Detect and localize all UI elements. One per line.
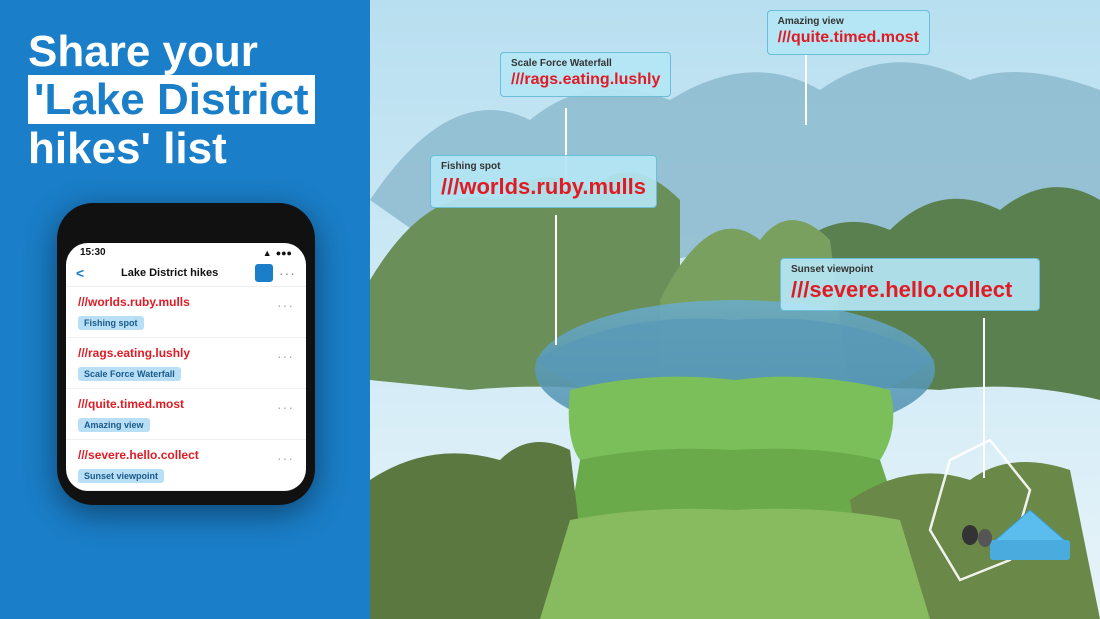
phone-notch bbox=[141, 217, 231, 239]
list-item-content-4: ///severe.hello.collect Sunset viewpoint bbox=[78, 448, 271, 484]
tag-4: Sunset viewpoint bbox=[78, 469, 164, 483]
item-dots-2[interactable]: ··· bbox=[277, 348, 294, 364]
phone-screen: 15:30 ▲ ●●● < Lake District hikes ··· bbox=[66, 243, 306, 491]
list-item-content-3: ///quite.timed.most Amazing view bbox=[78, 397, 271, 433]
headline: Share your 'Lake District hikes' list bbox=[28, 28, 315, 173]
callout-label-amazing-view: Amazing view bbox=[778, 16, 919, 27]
status-icons: ▲ ●●● bbox=[263, 248, 292, 258]
item-dots-3[interactable]: ··· bbox=[277, 399, 294, 415]
connector-fishing-spot bbox=[555, 215, 557, 345]
phone-status-bar: 15:30 ▲ ●●● bbox=[66, 243, 306, 260]
list-item[interactable]: ///worlds.ruby.mulls Fishing spot ··· bbox=[66, 287, 306, 338]
list-item-content-2: ///rags.eating.lushly Scale Force Waterf… bbox=[78, 346, 271, 382]
phone-nav-bar: < Lake District hikes ··· bbox=[66, 260, 306, 287]
headline-line3: hikes' list bbox=[28, 124, 227, 173]
tag-2: Scale Force Waterfall bbox=[78, 367, 181, 381]
callout-w3w-fishing-spot: ///worlds.ruby.mulls bbox=[441, 174, 646, 200]
callout-sunset-viewpoint: Sunset viewpoint ///severe.hello.collect bbox=[780, 258, 1040, 311]
callout-scale-force: Scale Force Waterfall ///rags.eating.lus… bbox=[500, 52, 671, 97]
w3w-address-4: ///severe.hello.collect bbox=[78, 448, 271, 462]
phone-mockup: 15:30 ▲ ●●● < Lake District hikes ··· bbox=[57, 203, 317, 505]
phone-list: ///worlds.ruby.mulls Fishing spot ··· //… bbox=[66, 287, 306, 491]
callout-w3w-amazing-view: ///quite.timed.most bbox=[778, 29, 919, 47]
more-options-button[interactable]: ··· bbox=[279, 265, 296, 281]
callout-label-scale-force: Scale Force Waterfall bbox=[511, 58, 660, 69]
tag-3: Amazing view bbox=[78, 418, 150, 432]
connector-amazing-view bbox=[805, 55, 807, 125]
list-item[interactable]: ///severe.hello.collect Sunset viewpoint… bbox=[66, 440, 306, 491]
item-dots-1[interactable]: ··· bbox=[277, 297, 294, 313]
callout-w3w-sunset: ///severe.hello.collect bbox=[791, 277, 1029, 303]
tag-1: Fishing spot bbox=[78, 316, 144, 330]
item-dots-4[interactable]: ··· bbox=[277, 450, 294, 466]
list-item[interactable]: ///rags.eating.lushly Scale Force Waterf… bbox=[66, 338, 306, 389]
phone-time: 15:30 bbox=[80, 247, 106, 258]
w3w-address-2: ///rags.eating.lushly bbox=[78, 346, 271, 360]
headline-line2: 'Lake District bbox=[28, 75, 315, 124]
signal-icon: ●●● bbox=[276, 248, 292, 258]
left-panel: Share your 'Lake District hikes' list 15… bbox=[0, 0, 370, 619]
callout-fishing-spot: Fishing spot ///worlds.ruby.mulls bbox=[430, 155, 657, 208]
wifi-icon: ▲ bbox=[263, 248, 272, 258]
w3w-address-3: ///quite.timed.most bbox=[78, 397, 271, 411]
phone-body: 15:30 ▲ ●●● < Lake District hikes ··· bbox=[57, 203, 315, 505]
w3w-address-1: ///worlds.ruby.mulls bbox=[78, 295, 271, 309]
callout-amazing-view: Amazing view ///quite.timed.most bbox=[767, 10, 930, 55]
connector-sunset bbox=[983, 318, 985, 478]
back-button[interactable]: < bbox=[76, 265, 84, 281]
list-icon-box bbox=[255, 264, 273, 282]
callout-label-sunset: Sunset viewpoint bbox=[791, 264, 1029, 275]
list-item[interactable]: ///quite.timed.most Amazing view ··· bbox=[66, 389, 306, 440]
list-item-content-1: ///worlds.ruby.mulls Fishing spot bbox=[78, 295, 271, 331]
callout-label-fishing-spot: Fishing spot bbox=[441, 161, 646, 172]
callout-w3w-scale-force: ///rags.eating.lushly bbox=[511, 71, 660, 89]
headline-line1: Share your bbox=[28, 27, 258, 76]
right-panel: Scale Force Waterfall ///rags.eating.lus… bbox=[370, 0, 1100, 619]
list-title: Lake District hikes bbox=[90, 267, 249, 279]
